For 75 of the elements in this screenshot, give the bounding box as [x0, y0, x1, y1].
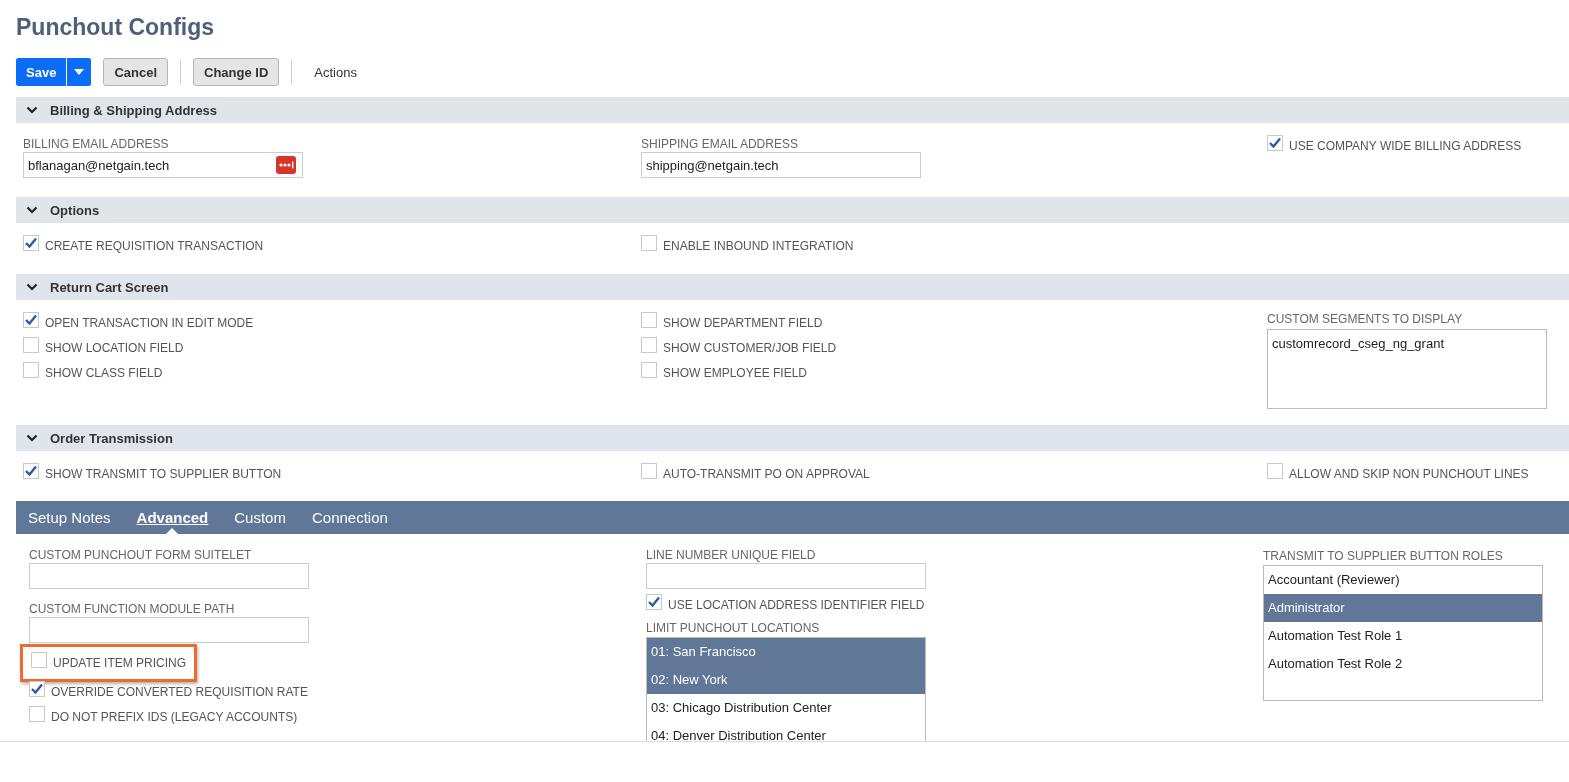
section-header[interactable]: Options [16, 197, 1569, 223]
checkbox-label: AUTO-TRANSMIT PO ON APPROVAL [663, 466, 870, 481]
checkbox-label: SHOW DEPARTMENT FIELD [663, 315, 823, 330]
checkbox[interactable] [29, 705, 45, 722]
checkbox-label: OVERRIDE CONVERTED REQUISITION RATE [51, 684, 308, 699]
checkbox-label: UPDATE ITEM PRICING [53, 656, 187, 670]
checkbox-label: DO NOT PREFIX IDS (LEGACY ACCOUNTS) [51, 709, 298, 724]
checkbox-label: ALLOW AND SKIP NON PUNCHOUT LINES [1289, 466, 1529, 481]
chevron-down-icon[interactable] [26, 106, 38, 114]
field-label: SHIPPING EMAIL ADDRESS [641, 137, 799, 152]
text-area[interactable]: customrecord_cseg_ng_grant [1267, 329, 1547, 409]
checkbox[interactable] [646, 593, 662, 610]
subtab[interactable]: Setup Notes [28, 501, 111, 534]
section-title: Return Cart Screen [50, 279, 169, 295]
field-value: bflanagan@netgain.tech [28, 157, 170, 173]
checkbox[interactable] [23, 311, 39, 328]
field-label: LINE NUMBER UNIQUE FIELD [646, 548, 817, 563]
checkbox-label: SHOW EMPLOYEE FIELD [663, 365, 808, 380]
field-value: shipping@netgain.tech [646, 157, 779, 173]
subtab[interactable]: Connection [311, 501, 388, 534]
section-title: Options [50, 202, 100, 218]
list-option[interactable]: 01: San Francisco [647, 638, 925, 666]
field-label: TRANSMIT TO SUPPLIER BUTTON ROLES [1263, 549, 1504, 564]
checkbox[interactable] [23, 361, 39, 378]
section-header[interactable]: Billing & Shipping Address [16, 97, 1569, 123]
checkbox[interactable] [641, 336, 657, 353]
checkbox-label: SHOW CUSTOMER/JOB FIELD [663, 340, 837, 355]
checkbox-label: SHOW CLASS FIELD [45, 365, 163, 380]
list-option[interactable]: 02: New York [647, 666, 925, 694]
checkbox-label: USE LOCATION ADDRESS IDENTIFIER FIELD [668, 597, 925, 612]
checkbox-label: USE COMPANY WIDE BILLING ADDRESS [1289, 138, 1522, 153]
section-title: Billing & Shipping Address [50, 102, 218, 118]
checkbox-label: OPEN TRANSACTION IN EDIT MODE [45, 315, 254, 330]
chevron-down-icon[interactable] [26, 283, 38, 291]
section-header[interactable]: Order Transmission [16, 425, 1569, 451]
checkbox[interactable] [23, 462, 39, 479]
chevron-down-icon[interactable] [26, 434, 38, 442]
checkbox-label: CREATE REQUISITION TRANSACTION [45, 238, 264, 253]
checkbox[interactable] [1267, 134, 1283, 151]
checkbox[interactable] [23, 234, 39, 251]
input-field[interactable]: bflanagan@netgain.tech [23, 152, 303, 178]
password-manager-icon[interactable] [276, 156, 296, 174]
checkbox[interactable] [641, 462, 657, 479]
field-label: CUSTOM FUNCTION MODULE PATH [29, 602, 236, 617]
checkbox[interactable] [23, 336, 39, 353]
checkbox-label: ENABLE INBOUND INTEGRATION [663, 238, 854, 253]
caret-icon [74, 69, 85, 75]
field-label: CUSTOM SEGMENTS TO DISPLAY [1267, 312, 1464, 327]
field-label: CUSTOM PUNCHOUT FORM SUITELET [29, 548, 253, 563]
toolbar-button[interactable]: Actions [304, 58, 367, 86]
checkbox[interactable] [641, 234, 657, 251]
checkbox-label: SHOW TRANSMIT TO SUPPLIER BUTTON [45, 466, 282, 481]
input-field[interactable] [29, 617, 309, 643]
checkbox-label: SHOW LOCATION FIELD [45, 340, 184, 355]
list-option[interactable]: Administrator [1264, 594, 1542, 622]
page-title: Punchout Configs [16, 13, 216, 42]
dropdown-button[interactable] [66, 58, 92, 86]
section-header[interactable]: Return Cart Screen [16, 274, 1569, 300]
checkbox[interactable] [1267, 462, 1283, 479]
toolbar-button[interactable]: Cancel [103, 58, 168, 86]
toolbar-button[interactable]: Change ID [193, 58, 280, 86]
field-label: BILLING EMAIL ADDRESS [23, 137, 170, 152]
checkbox[interactable] [31, 652, 47, 668]
field-label: LIMIT PUNCHOUT LOCATIONS [646, 621, 821, 636]
input-field[interactable] [29, 563, 309, 589]
subtab[interactable]: Advanced [136, 501, 209, 534]
input-field[interactable]: shipping@netgain.tech [641, 152, 921, 178]
section-title: Order Transmission [50, 430, 173, 446]
checkbox[interactable] [641, 361, 657, 378]
list-box[interactable]: Accountant (Reviewer) Administrator Automation Test Role 1 Automation Test Role 2 [1263, 565, 1543, 701]
subtab[interactable]: Custom [234, 501, 286, 534]
checkbox[interactable] [641, 311, 657, 328]
list-box[interactable]: 01: San Francisco 02: New York 03: Chicago Distribution Center 04: Denver Distribution Center [646, 637, 926, 741]
chevron-down-icon[interactable] [26, 206, 38, 214]
input-field[interactable] [646, 563, 926, 589]
